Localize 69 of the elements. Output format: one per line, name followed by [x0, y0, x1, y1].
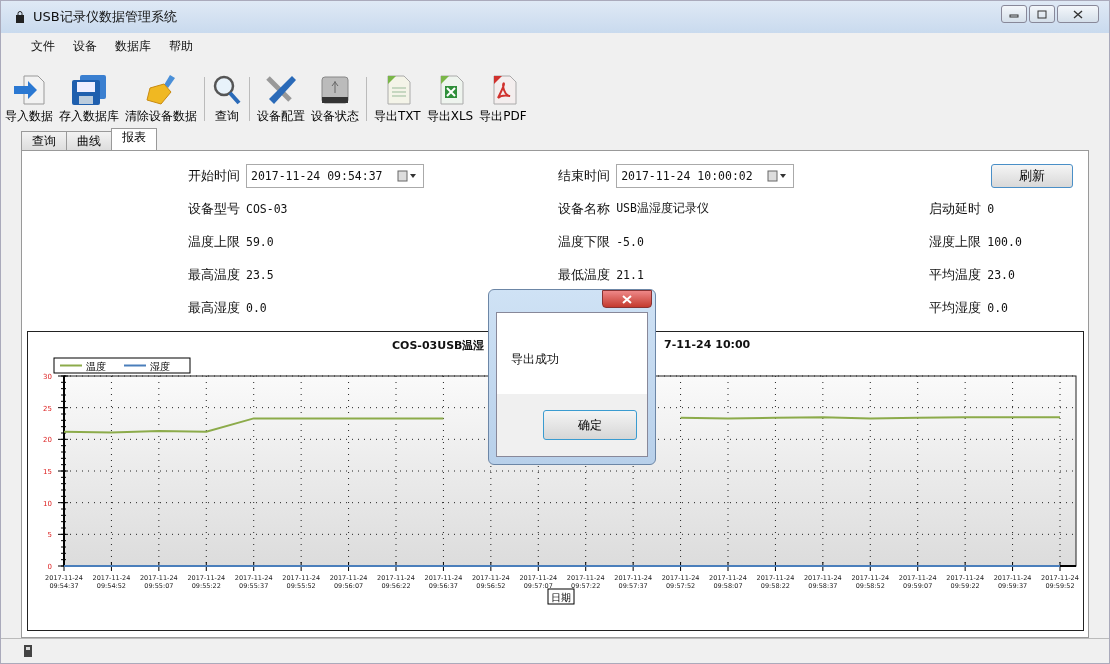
date-picker[interactable]: 2017-11-24 10:00:02	[616, 163, 794, 188]
tab[interactable]: 曲线	[66, 131, 112, 150]
usb-drive-icon	[318, 74, 352, 106]
legend-label: 湿度	[150, 361, 170, 372]
tab[interactable]: 报表	[111, 128, 157, 150]
toolbar-button[interactable]: 清除设备数据	[123, 74, 199, 125]
field-label: 湿度上限	[929, 232, 982, 251]
field-value: 0	[987, 201, 995, 216]
field-value: -5.0	[616, 234, 644, 249]
menu-item[interactable]: 设备	[67, 35, 103, 57]
ok-button[interactable]: 确定	[543, 410, 637, 440]
floppy-disk-icon	[70, 74, 108, 106]
toolbar-button[interactable]: 设备配置	[255, 74, 307, 125]
calendar-dropdown-icon	[396, 169, 417, 182]
field-label: 温度上限	[188, 232, 240, 251]
field-value: USB温湿度记录仪	[616, 201, 709, 216]
field-label: 结束时间	[558, 166, 611, 185]
calendar-dropdown-icon	[766, 169, 787, 182]
field-label: 开始时间	[188, 166, 240, 185]
menu-item[interactable]: 数据库	[109, 35, 157, 57]
toolbar-button[interactable]: 导入数据	[3, 74, 55, 125]
dialog-message: 导出成功	[511, 352, 559, 366]
tab[interactable]: 查询	[21, 131, 67, 150]
x-axis-title: 日期	[547, 588, 575, 605]
dialog-close-button[interactable]	[602, 290, 652, 308]
close-icon	[1073, 9, 1083, 19]
field-value: 100.0	[987, 234, 1022, 249]
search-icon	[212, 74, 242, 106]
brush-icon	[144, 74, 178, 106]
field-label: 设备型号	[188, 199, 240, 218]
field-value: 23.0	[987, 267, 1015, 282]
maximize-button[interactable]	[1029, 5, 1055, 23]
document-arrow-icon	[12, 74, 46, 106]
device-icon	[23, 644, 33, 658]
toolbar-button[interactable]: 设备状态	[309, 74, 361, 125]
toolbar-button[interactable]: 导出XLS	[424, 74, 476, 125]
field-label: 启动延时	[929, 199, 982, 218]
wrench-screwdriver-icon	[264, 74, 298, 106]
toolbar-button[interactable]: 查询	[210, 74, 244, 125]
lock-icon	[15, 11, 25, 23]
field-value: 0.0	[246, 300, 267, 315]
field-value: 0.0	[987, 300, 1008, 315]
field-label: 设备名称	[558, 199, 611, 218]
field-label: 平均湿度	[929, 298, 982, 317]
refresh-button[interactable]: 刷新	[991, 163, 1074, 188]
close-button[interactable]	[1057, 5, 1099, 23]
toolbar-button[interactable]: 存入数据库	[57, 74, 121, 125]
close-icon	[622, 294, 632, 304]
x-axis-title: 日期	[551, 592, 571, 603]
maximize-icon	[1037, 9, 1047, 19]
field-value: 59.0	[246, 234, 274, 249]
toolbar-button[interactable]: 导出PDF	[477, 74, 529, 125]
chart-title: 7-11-24 10:00	[664, 338, 751, 351]
field-value: 21.1	[616, 267, 644, 282]
minimize-button[interactable]	[1001, 5, 1027, 23]
date-picker[interactable]: 2017-11-24 09:54:37	[246, 163, 424, 188]
window-title: USB记录仪数据管理系统	[33, 8, 177, 26]
field-value: COS-03	[246, 201, 288, 216]
field-label: 最低温度	[558, 265, 611, 284]
field-label: 最高湿度	[188, 298, 240, 317]
toolbar-button[interactable]: 导出TXT	[372, 74, 423, 125]
menu-item[interactable]: 文件	[25, 35, 61, 57]
menu-item[interactable]: 帮助	[163, 35, 199, 57]
field-label: 温度下限	[558, 232, 611, 251]
chart-title: COS-03USB温湿	[392, 338, 485, 353]
field-label: 最高温度	[188, 265, 240, 284]
legend-label: 温度	[86, 361, 106, 372]
field-value: 23.5	[246, 267, 274, 282]
field-label: 平均温度	[929, 265, 982, 284]
